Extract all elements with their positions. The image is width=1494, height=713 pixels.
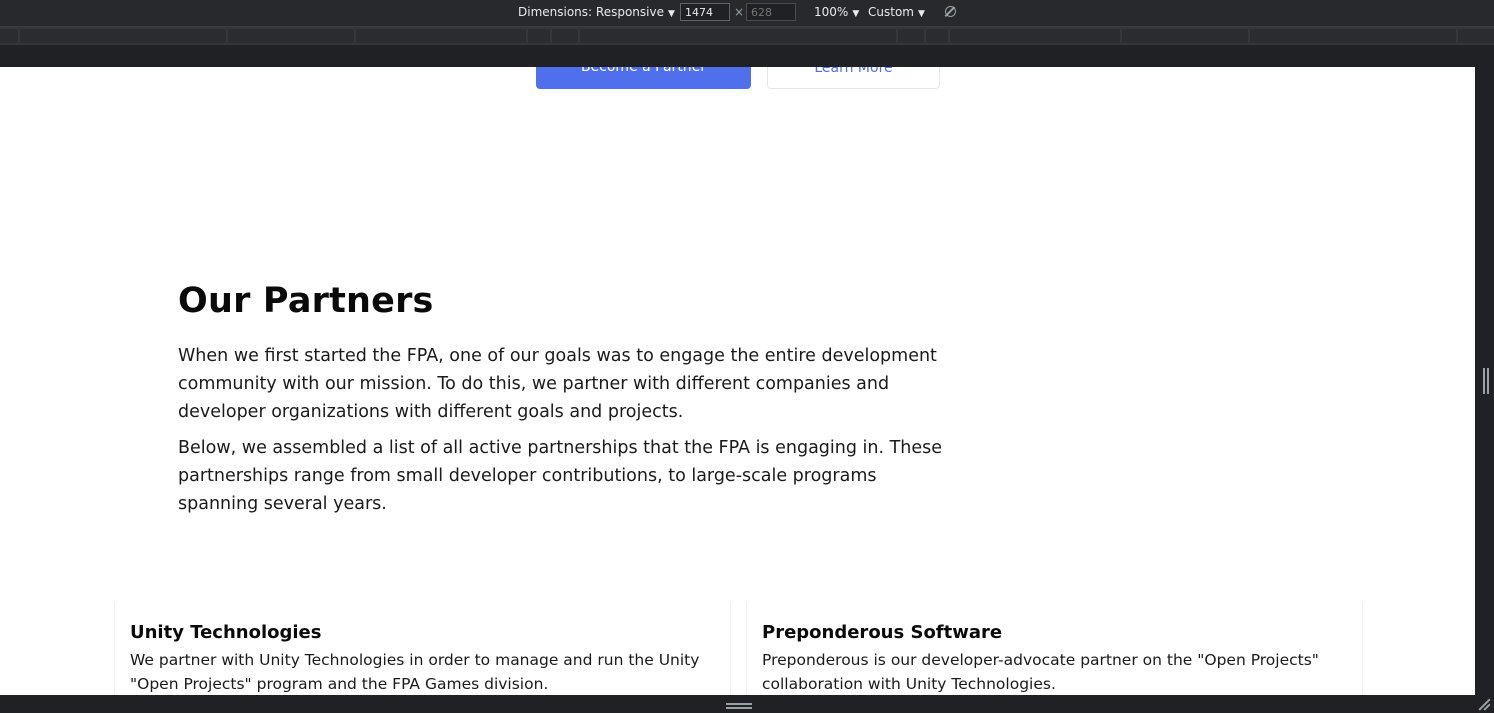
media-query-segment[interactable] [926,29,948,43]
width-input[interactable] [680,3,730,21]
width-resize-handle[interactable] [1483,368,1489,394]
media-query-segment[interactable] [898,29,924,43]
device-toolbar: Dimensions: Responsive▼ × 100%▼ Custom▼ [0,0,1494,27]
dimensions-dropdown[interactable]: Dimensions: Responsive ▼ [518,5,675,19]
partner-name: Unity Technologies [130,622,322,643]
chevron-down-icon: ▼ [852,9,860,19]
media-query-segment[interactable] [356,29,526,43]
intro-paragraph: When we first started the FPA, one of ou… [178,346,937,422]
chevron-down-icon: ▼ [667,9,675,19]
chevron-down-icon: ▼ [917,9,925,19]
media-query-segment[interactable] [20,29,226,43]
partner-card-unity: Unity Technologies We partner with Unity… [114,603,731,695]
times-icon: × [734,5,745,19]
become-partner-button[interactable]: Become a Partner [536,67,751,89]
learn-more-button[interactable]: Learn More [767,67,940,89]
rotate-icon[interactable] [945,6,956,17]
media-query-bar [0,27,1494,45]
zoom-label: 100% [814,5,849,19]
zoom-dropdown[interactable]: 100% ▼ [814,5,859,19]
throttle-dropdown[interactable]: Custom ▼ [868,5,925,19]
list-paragraph: Below, we assembled a list of all active… [178,438,943,514]
media-query-segment[interactable] [1250,29,1456,43]
our-partners-section: Our Partners When we first started the F… [178,279,948,518]
toolbar-gap [0,45,1494,67]
throttle-label: Custom [868,5,914,19]
media-query-segment[interactable] [552,29,578,43]
media-query-segment[interactable] [228,29,354,43]
media-query-segment[interactable] [0,29,18,43]
partner-card-preponderous: Preponderous Software Preponderous is ou… [746,603,1363,695]
height-resize-handle[interactable] [726,703,752,709]
dimensions-label: Dimensions: Responsive [518,5,664,19]
section-title: Our Partners [178,281,434,321]
partner-description: Preponderous is our developer-advocate p… [762,651,1319,693]
media-query-segment[interactable] [580,29,896,43]
page-viewport: Become a Partner Learn More Our Partners… [0,67,1475,695]
media-query-segment[interactable] [1458,29,1494,43]
media-query-segment[interactable] [1122,29,1248,43]
media-query-segment[interactable] [950,29,1120,43]
corner-resize-icon[interactable] [1478,698,1491,711]
partner-name: Preponderous Software [762,622,1003,643]
media-query-segment[interactable] [528,29,550,43]
partner-description: We partner with Unity Technologies in or… [130,651,700,693]
height-input[interactable] [746,3,796,21]
